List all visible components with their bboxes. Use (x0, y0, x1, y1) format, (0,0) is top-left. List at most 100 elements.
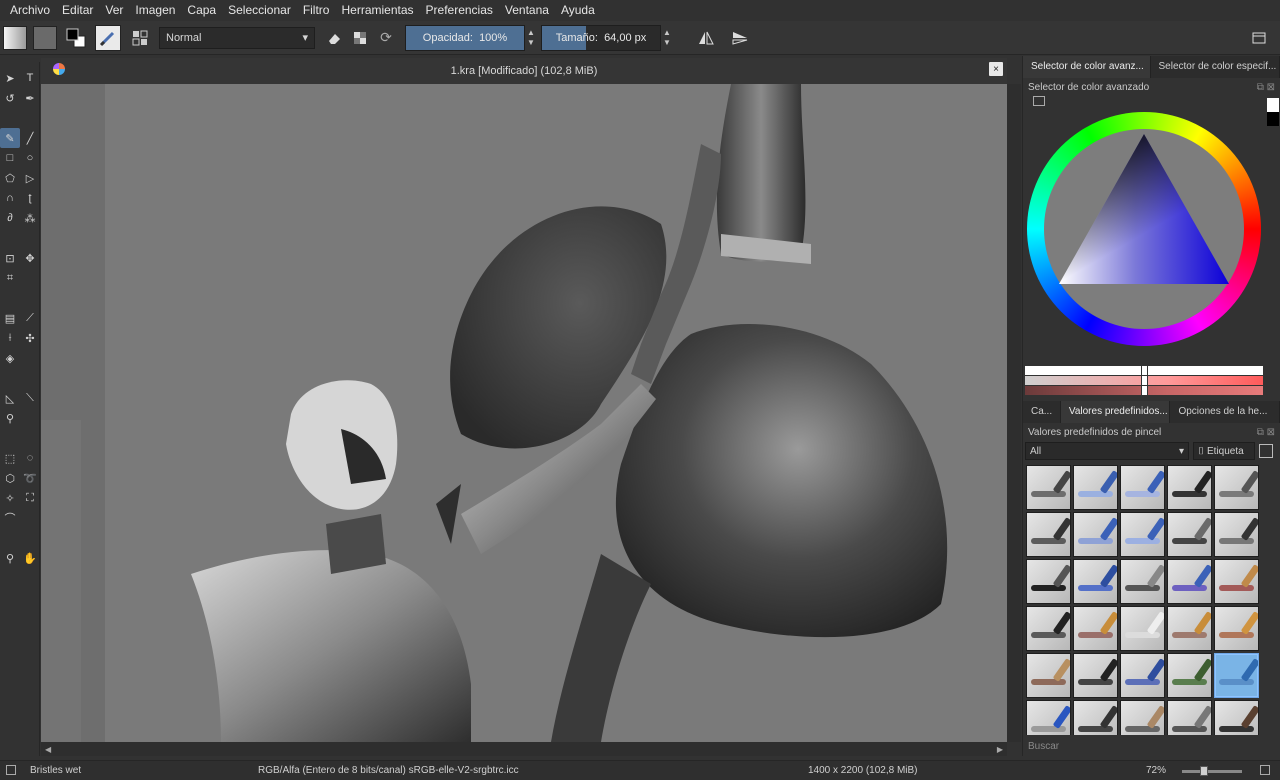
edit-shapes-tool-icon[interactable]: ↺ (0, 88, 20, 108)
brush-preset-28[interactable] (1167, 700, 1212, 735)
brush-preset-8[interactable] (1167, 512, 1212, 557)
menu-item-4[interactable]: Capa (181, 0, 222, 21)
advanced-color-selector[interactable] (1023, 96, 1280, 366)
move-tool-icon[interactable]: ✥ (20, 248, 40, 268)
fg-bg-mini-swatch[interactable] (1267, 98, 1279, 126)
brush-preset-22[interactable] (1120, 653, 1165, 698)
tab-preset-tabs-1[interactable]: Valores predefinidos... (1060, 401, 1171, 423)
color-picker-tool-icon[interactable]: ⟋ (20, 308, 40, 328)
fill-tool-icon[interactable]: ◈ (0, 348, 20, 368)
brush-preset-4[interactable] (1214, 465, 1259, 510)
float-close-icons[interactable]: ⧉ ⊠ (1257, 82, 1275, 93)
assistant-tool-icon[interactable]: ◺ (0, 388, 20, 408)
size-spinner[interactable]: ▲ ▼ (661, 25, 673, 51)
brush-preset-23[interactable] (1167, 653, 1212, 698)
brush-preset-25[interactable] (1026, 700, 1071, 735)
workspace-menu-button[interactable] (1246, 25, 1272, 51)
canvas[interactable] (41, 84, 1007, 742)
brush-preset-2[interactable] (1120, 465, 1165, 510)
gradient-preset-button[interactable] (3, 25, 27, 50)
float-close-icons[interactable]: ⧉ ⊠ (1257, 427, 1275, 438)
brush-preset-10[interactable] (1026, 559, 1071, 604)
brush-preset-29[interactable] (1214, 700, 1259, 735)
brush-preset-27[interactable] (1120, 700, 1165, 735)
canvas-vertical-scrollbar[interactable] (1007, 84, 1021, 742)
menu-item-7[interactable]: Herramientas (335, 0, 419, 21)
brush-preset-1[interactable] (1073, 465, 1118, 510)
scroll-left-icon[interactable]: ◀ (45, 745, 51, 754)
brush-preset-15[interactable] (1026, 606, 1071, 651)
mirror-horizontal-button[interactable] (693, 25, 719, 51)
brush-preset-button[interactable] (95, 24, 121, 51)
zoom-tool-icon[interactable]: ⚲ (0, 548, 20, 568)
menu-item-9[interactable]: Ventana (499, 0, 555, 21)
menu-item-0[interactable]: Archivo (4, 0, 56, 21)
brush-preset-14[interactable] (1214, 559, 1259, 604)
brush-preset-17[interactable] (1120, 606, 1165, 651)
brush-preset-20[interactable] (1026, 653, 1071, 698)
brush-editor-button[interactable] (127, 25, 153, 51)
brush-preset-0[interactable] (1026, 465, 1071, 510)
menu-item-6[interactable]: Filtro (297, 0, 336, 21)
view-options-icon[interactable] (1259, 444, 1273, 458)
preset-search-input[interactable]: Buscar (1028, 741, 1059, 752)
brush-preset-19[interactable] (1214, 606, 1259, 651)
zoom-slider[interactable] (1182, 770, 1242, 773)
pattern-preset-button[interactable] (33, 25, 57, 50)
reload-preset-button[interactable]: ⟳ (373, 25, 399, 51)
menu-item-2[interactable]: Ver (99, 0, 129, 21)
measure-tool-icon[interactable]: ⟍ (20, 388, 40, 408)
brush-preset-26[interactable] (1073, 700, 1118, 735)
colorize-mask-tool-icon[interactable]: ⟊ (0, 328, 20, 348)
mirror-vertical-button[interactable] (727, 25, 753, 51)
brush-preset-16[interactable] (1073, 606, 1118, 651)
select-shapes-tool-icon[interactable]: ➤ (0, 68, 20, 88)
close-document-button[interactable]: × (989, 62, 1003, 76)
polygon-tool-icon[interactable]: ⬠ (0, 168, 20, 188)
value-slider[interactable] (1025, 365, 1263, 376)
brush-preset-5[interactable] (1026, 512, 1071, 557)
preserve-alpha-button[interactable] (347, 25, 373, 51)
canvas-horizontal-scrollbar[interactable]: ◀ ▶ (41, 742, 1007, 756)
reference-images-tool-icon[interactable]: ⚲ (0, 408, 20, 428)
menu-item-10[interactable]: Ayuda (555, 0, 601, 21)
polygon-select-tool-icon[interactable]: ⬡ (0, 468, 20, 488)
saturation-slider[interactable] (1025, 375, 1263, 386)
tab-preset-tabs-0[interactable]: Ca... (1023, 401, 1061, 423)
rect-select-tool-icon[interactable]: ⬚ (0, 448, 20, 468)
crop-tool-icon[interactable]: ⌗ (0, 268, 20, 288)
size-slider[interactable]: Tamaño: 64,00 px (541, 24, 661, 51)
brush-preset-3[interactable] (1167, 465, 1212, 510)
brush-preset-9[interactable] (1214, 512, 1259, 557)
freehand-path-tool-icon[interactable]: ʈ (20, 188, 40, 208)
ellipse-select-tool-icon[interactable]: ◌ (20, 448, 40, 468)
opacity-spinner[interactable]: ▲ ▼ (525, 25, 537, 51)
pan-tool-icon[interactable]: ✋ (20, 548, 40, 568)
color-selector-settings-icon[interactable] (1033, 96, 1045, 106)
eraser-mode-button[interactable] (321, 25, 347, 51)
blend-mode-select[interactable]: Normal ▾ (159, 26, 315, 49)
polyline-tool-icon[interactable]: ▷ (20, 168, 40, 188)
brush-preset-21[interactable] (1073, 653, 1118, 698)
multibrush-tool-icon[interactable]: ⁂ (20, 208, 40, 228)
brush-preset-6[interactable] (1073, 512, 1118, 557)
rectangle-tool-icon[interactable]: □ (0, 148, 20, 168)
brush-preset-13[interactable] (1167, 559, 1212, 604)
opacity-slider[interactable]: Opacidad: 100% (405, 24, 525, 51)
brush-preset-24[interactable] (1214, 653, 1259, 698)
text-tool-icon[interactable]: T (20, 68, 40, 88)
brush-preset-11[interactable] (1073, 559, 1118, 604)
calligraphy-tool-icon[interactable]: ✒ (20, 88, 40, 108)
hue-slider[interactable] (1025, 385, 1263, 396)
tab-color-tabs-0[interactable]: Selector de color avanz... (1023, 56, 1151, 78)
tab-color-tabs-1[interactable]: Selector de color especif... (1151, 56, 1280, 78)
brush-preset-7[interactable] (1120, 512, 1165, 557)
tag-filter-select[interactable]: All ▾ (1025, 442, 1189, 460)
contiguous-select-tool-icon[interactable]: ✧ (0, 488, 20, 508)
freehand-brush-tool-icon[interactable]: ✎ (0, 128, 20, 148)
freehand-select-tool-icon[interactable]: ➰ (20, 468, 40, 488)
gradient-tool-icon[interactable]: ▤ (0, 308, 20, 328)
tag-button[interactable]: ⌷ Etiqueta (1193, 442, 1255, 460)
brush-preset-12[interactable] (1120, 559, 1165, 604)
similar-select-tool-icon[interactable]: ⛶ (20, 488, 40, 508)
